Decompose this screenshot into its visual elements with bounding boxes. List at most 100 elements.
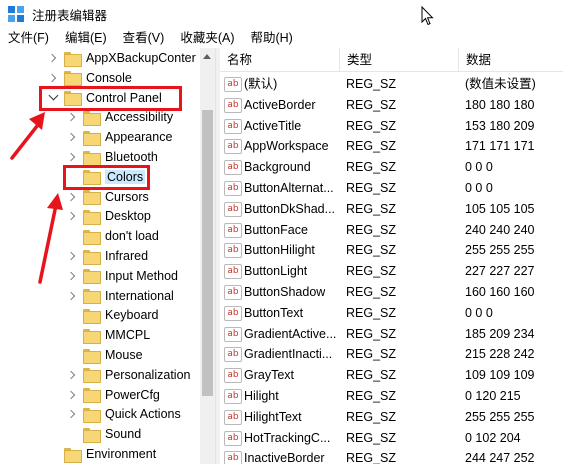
menu-favorites[interactable]: 收藏夹(A) <box>172 28 242 48</box>
tree-scrollbar[interactable] <box>200 48 215 464</box>
tree-item-label: Desktop <box>105 209 151 224</box>
tree-item[interactable]: Desktop <box>67 206 151 226</box>
string-value-icon: ab <box>224 97 242 113</box>
column-header-name[interactable]: 名称 <box>220 48 340 72</box>
value-type: REG_SZ <box>346 326 397 341</box>
tree-item[interactable]: International <box>67 286 174 306</box>
value-type: REG_SZ <box>346 201 397 216</box>
folder-icon <box>83 190 101 206</box>
string-value-icon: ab <box>224 139 242 155</box>
tree-item[interactable]: Bluetooth <box>67 147 158 167</box>
value-name: ButtonText <box>244 305 304 320</box>
value-type: REG_SZ <box>346 222 397 237</box>
tree-item[interactable]: Input Method <box>67 266 178 286</box>
tree-item[interactable]: Personalization <box>67 365 190 385</box>
value-list[interactable]: 名称 类型 数据 ab (默认) REG_SZ (数值未设置) ab ActiveBord… <box>220 48 563 464</box>
folder-icon <box>83 407 101 423</box>
tree-item[interactable]: Console <box>48 68 132 88</box>
tree-item[interactable]: Quick Actions <box>67 404 181 424</box>
value-data: 255 255 255 <box>465 243 535 258</box>
folder-icon <box>83 110 101 126</box>
tree-item-label: Infrared <box>105 249 149 263</box>
list-row[interactable]: ab ButtonHilight REG_SZ 255 255 255 <box>220 240 563 261</box>
tree-item[interactable]: Keyboard <box>67 305 159 325</box>
list-row[interactable]: ab AppWorkspace REG_SZ 171 171 171 <box>220 136 563 157</box>
scrollbar-thumb[interactable] <box>202 110 213 396</box>
value-name: ActiveTitle <box>244 118 302 133</box>
menu-edit[interactable]: 编辑(E) <box>57 28 115 48</box>
list-row[interactable]: ab Background REG_SZ 0 0 0 <box>220 157 563 178</box>
tree-item-label: Sound <box>105 427 142 442</box>
value-data: 160 160 160 <box>465 285 535 299</box>
tree-item[interactable]: Appearance <box>67 127 172 147</box>
list-row[interactable]: ab Hilight REG_SZ 0 120 215 <box>220 386 563 407</box>
tree-item[interactable]: Mouse <box>67 345 143 365</box>
menu-file[interactable]: 文件(F) <box>0 28 57 48</box>
chevron-right-icon[interactable] <box>67 271 77 281</box>
chevron-right-icon[interactable] <box>67 291 77 301</box>
chevron-right-icon[interactable] <box>67 390 77 400</box>
list-row[interactable]: ab (默认) REG_SZ (数值未设置) <box>220 74 563 95</box>
tree-item-label: Environment <box>86 447 157 461</box>
value-name-cell: ab ButtonDkShad... <box>224 199 340 220</box>
string-value-icon: ab <box>224 326 242 342</box>
tree-item[interactable]: AppXBackupConter <box>48 48 196 68</box>
tree-item-label: Console <box>86 70 132 85</box>
chevron-right-icon[interactable] <box>67 112 77 122</box>
list-row[interactable]: ab GradientInacti... REG_SZ 215 228 242 <box>220 344 563 365</box>
column-header-data[interactable]: 数据 <box>459 48 563 72</box>
chevron-right-icon[interactable] <box>67 251 77 261</box>
tree-item[interactable]: don't load <box>67 226 159 246</box>
tree-item[interactable]: PowerCfg <box>67 385 160 405</box>
value-name-cell: ab ButtonShadow <box>224 282 340 303</box>
chevron-right-icon[interactable] <box>48 73 58 83</box>
list-row[interactable]: ab ButtonShadow REG_SZ 160 160 160 <box>220 282 563 303</box>
scroll-up-icon[interactable] <box>203 54 211 59</box>
list-row[interactable]: ab ActiveTitle REG_SZ 153 180 209 <box>220 116 563 137</box>
value-name-cell: ab ButtonHilight <box>224 240 340 261</box>
tree-item[interactable]: MMCPL <box>67 325 150 345</box>
list-row[interactable]: ab ButtonText REG_SZ 0 0 0 <box>220 303 563 324</box>
value-data: 153 180 209 <box>465 118 535 133</box>
list-row[interactable]: ab GradientActive... REG_SZ 185 209 234 <box>220 324 563 345</box>
tree-item[interactable]: Infrared <box>67 246 148 266</box>
menu-help[interactable]: 帮助(H) <box>242 28 300 48</box>
menu-bar: 文件(F) 编辑(E) 查看(V) 收藏夹(A) 帮助(H) <box>0 28 563 48</box>
chevron-right-icon[interactable] <box>67 192 77 202</box>
value-data: 215 228 242 <box>465 347 535 362</box>
value-name: ActiveBorder <box>244 97 316 112</box>
column-header-type[interactable]: 类型 <box>340 48 459 72</box>
value-name-cell: ab HilightText <box>224 407 340 428</box>
folder-icon <box>83 368 101 384</box>
value-name: GrayText <box>244 368 295 383</box>
list-row[interactable]: ab HotTrackingC... REG_SZ 0 102 204 <box>220 428 563 449</box>
tree-item-label: Appearance <box>105 130 173 145</box>
value-data: 105 105 105 <box>465 201 535 216</box>
list-row[interactable]: ab ButtonAlternat... REG_SZ 0 0 0 <box>220 178 563 199</box>
chevron-right-icon[interactable] <box>67 132 77 142</box>
list-row[interactable]: ab ActiveBorder REG_SZ 180 180 180 <box>220 95 563 116</box>
menu-view[interactable]: 查看(V) <box>115 28 173 48</box>
chevron-right-icon[interactable] <box>67 409 77 419</box>
chevron-right-icon[interactable] <box>67 152 77 162</box>
chevron-right-icon[interactable] <box>67 211 77 221</box>
chevron-right-icon[interactable] <box>48 53 58 63</box>
string-value-icon: ab <box>224 451 242 464</box>
tree-item[interactable]: Sound <box>67 424 141 444</box>
value-type: REG_SZ <box>346 97 397 112</box>
value-name-cell: ab ActiveBorder <box>224 95 340 116</box>
mouse-cursor-icon <box>421 6 434 26</box>
chevron-right-icon[interactable] <box>67 370 77 380</box>
string-value-icon: ab <box>224 285 242 300</box>
value-name-cell: ab InactiveBorder <box>224 448 340 464</box>
list-row[interactable]: ab GrayText REG_SZ 109 109 109 <box>220 365 563 386</box>
list-row[interactable]: ab ButtonDkShad... REG_SZ 105 105 105 <box>220 199 563 220</box>
list-row[interactable]: ab ButtonLight REG_SZ 227 227 227 <box>220 261 563 282</box>
highlight-box-control-panel <box>39 86 182 111</box>
list-row[interactable]: ab ButtonFace REG_SZ 240 240 240 <box>220 220 563 241</box>
list-row[interactable]: ab InactiveBorder REG_SZ 244 247 252 <box>220 448 563 464</box>
value-data: 240 240 240 <box>465 222 535 237</box>
tree-item[interactable]: Environment <box>48 444 156 464</box>
list-row[interactable]: ab HilightText REG_SZ 255 255 255 <box>220 407 563 428</box>
value-type: REG_SZ <box>346 368 397 383</box>
